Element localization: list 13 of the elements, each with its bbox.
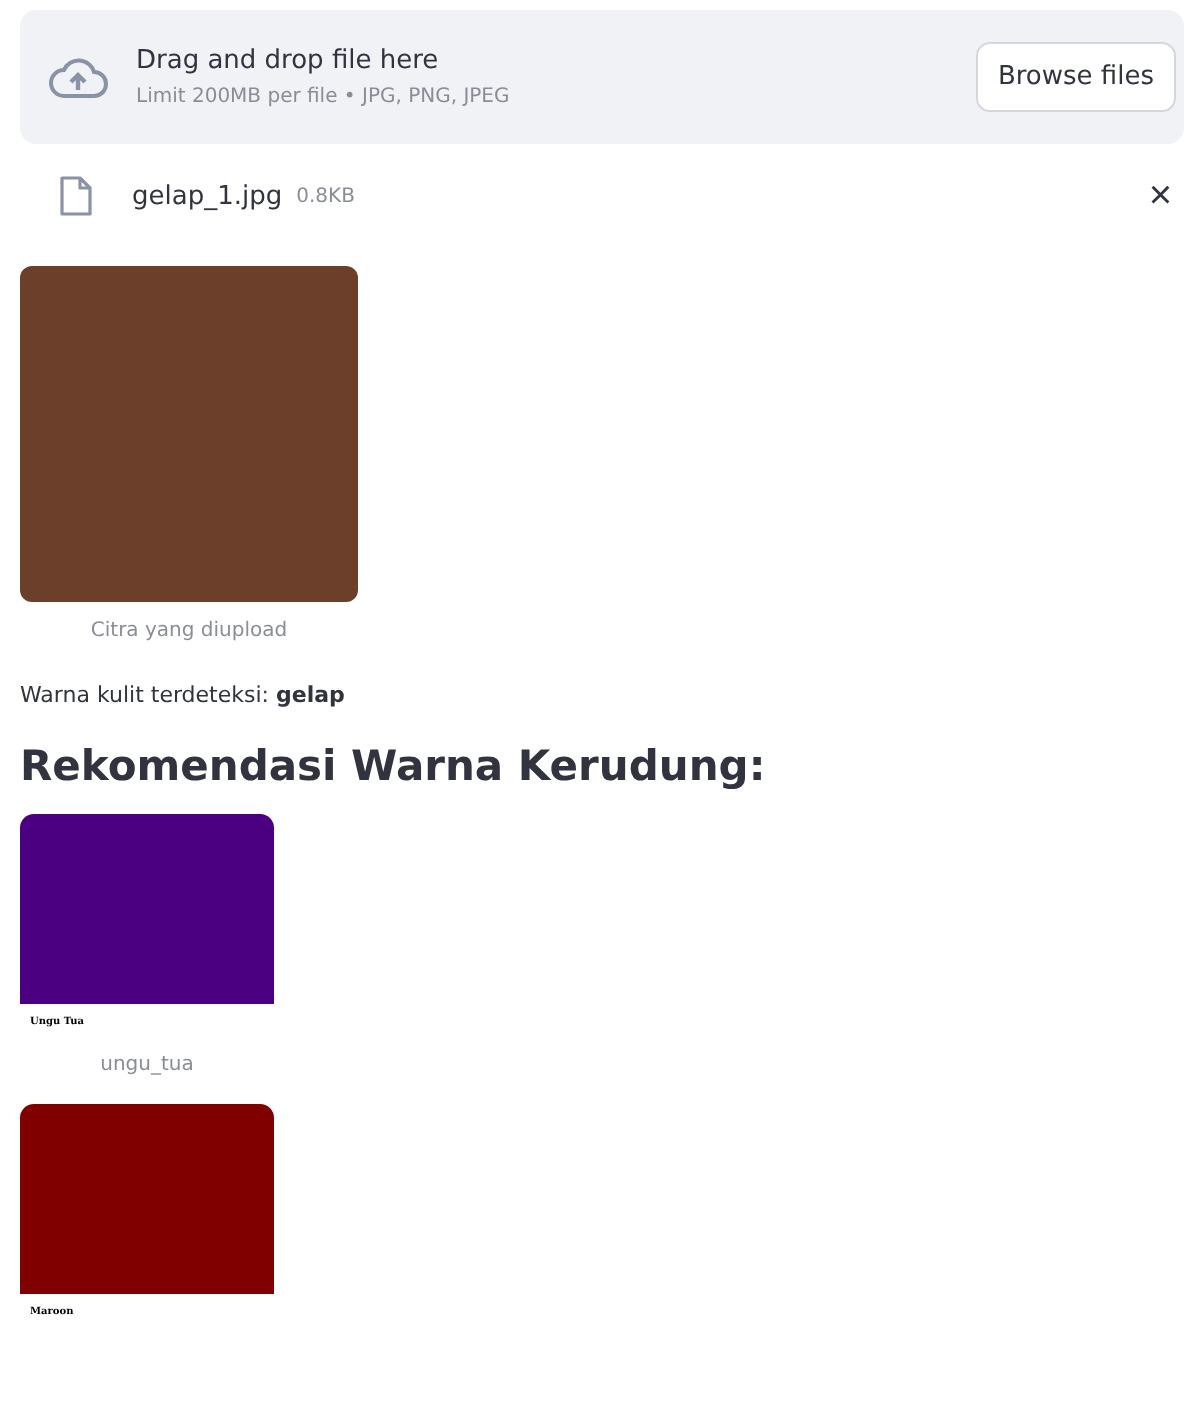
- dropzone-title: Drag and drop file here: [136, 46, 441, 76]
- detection-result: Warna kulit terdeteksi: gelap: [20, 682, 347, 708]
- file-size: 0.8KB: [296, 185, 357, 207]
- image-caption: Citra yang diupload: [90, 620, 288, 642]
- upload-dropzone[interactable]: Drag and drop file here Limit 200MB per file • JPG, PNG, JPEG Browse files: [20, 10, 1184, 144]
- cloud-upload-icon: [48, 55, 108, 99]
- file-name: gelap_1.jpg: [132, 181, 283, 211]
- file-limit-text: Limit 200MB per file • JPG, PNG, JPEG: [136, 86, 512, 108]
- browse-files-button[interactable]: Browse files: [975, 42, 1176, 112]
- image-caption: ungu_tua: [100, 1054, 194, 1076]
- section-heading: Rekomendasi Warna Kerudung:: [20, 742, 768, 790]
- remove-file-button[interactable]: ×: [1136, 176, 1184, 216]
- file-icon: [60, 176, 92, 216]
